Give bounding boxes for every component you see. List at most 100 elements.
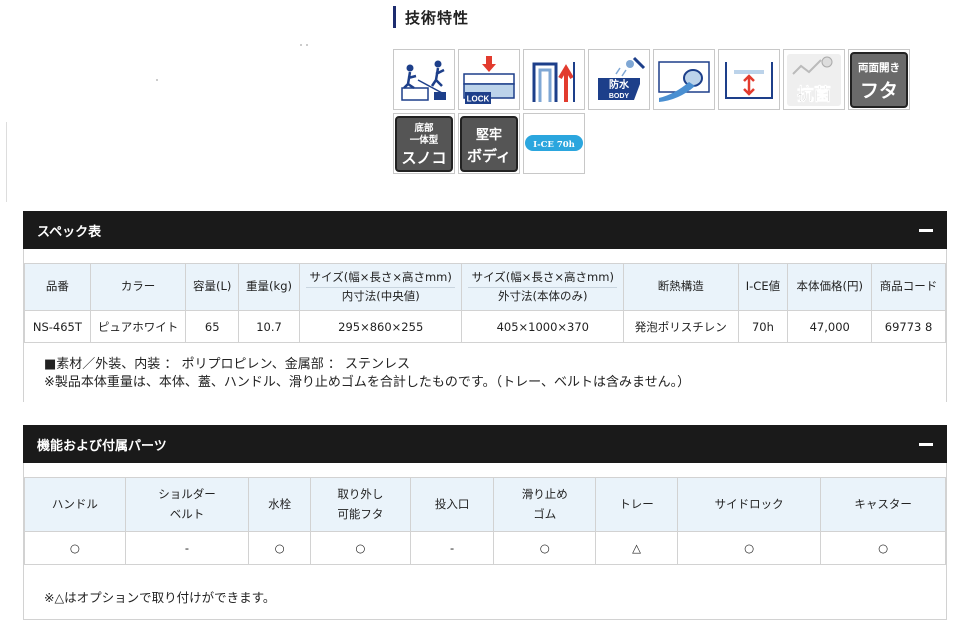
lid-label: フタ [860, 80, 898, 102]
handle-lift-icon [523, 49, 585, 110]
cell-inner-size: 295×860×255 [298, 310, 463, 343]
col-outer-size: サイズ(幅×長さ×高さmm) 外寸法(本体のみ) [461, 263, 625, 311]
belt-label: ベルト [169, 506, 205, 521]
ice-label: I-CE 70h [533, 140, 575, 150]
waterproof-body-icon: 防水 BODY [588, 49, 650, 110]
col-shoulder-belt: ショルダー ベルト [124, 477, 250, 532]
spec-title: スペック表 [37, 224, 102, 240]
tech-title-accent [393, 6, 396, 28]
cell-nonslip-rubber: ○ [493, 531, 597, 565]
tech-title-bar: 技術特性 [393, 6, 469, 28]
collapse-icon[interactable] [919, 442, 933, 446]
cell-removable-lid: ○ [310, 531, 411, 565]
side-lock-label: サイドロック [714, 496, 784, 511]
lid-label: 可能フタ [337, 506, 384, 521]
spec-header[interactable]: スペック表 [23, 211, 947, 249]
cell-capacity: 65 [185, 310, 240, 343]
spec-section: スペック表 品番 カラー 容量(L) 重量(kg) サイズ(幅×長さ×高さmm)… [23, 211, 947, 402]
left-divider [6, 122, 7, 202]
inner-size-sub: 内寸法(中央値) [305, 287, 456, 305]
col-faucet: 水栓 [248, 477, 312, 532]
antibacterial-icon: 抗菌 [783, 49, 845, 110]
decor-dot [156, 79, 158, 81]
removable-label: 取り外し [337, 486, 384, 501]
cell-product-code: 69773 8 [871, 310, 946, 343]
tech-title: 技術特性 [405, 8, 470, 27]
double-open-lid-icon: 両面開き フタ [848, 49, 910, 110]
decor-dot [306, 44, 308, 46]
parts-header[interactable]: 機能および付属パーツ [23, 425, 947, 463]
sturdy-label: 堅牢 [476, 127, 502, 143]
cell-caster: ○ [820, 531, 946, 565]
cell-handle: ○ [24, 531, 126, 565]
spec-table: 品番 カラー 容量(L) 重量(kg) サイズ(幅×長さ×高さmm) 内寸法(中… [24, 263, 946, 343]
body-label: BODY [609, 93, 630, 100]
col-capacity: 容量(L) [185, 263, 240, 311]
cell-side-lock: ○ [676, 531, 822, 565]
table-row: NS-465T ピュアホワイト 65 10.7 295×860×255 405×… [24, 310, 946, 343]
nonslip-label: 滑り止め [521, 486, 568, 501]
feature-icons: LOCK 防水 BODY 抗菌 両面開き フタ 底部 一体型 スノコ 堅牢 ボデ… [393, 49, 913, 177]
handle-label: ハンドル [51, 496, 98, 511]
caster-label: キャスター [854, 496, 912, 511]
cell-insulation: 発泡ポリスチレン [623, 310, 739, 343]
spec-body: 品番 カラー 容量(L) 重量(kg) サイズ(幅×長さ×高さmm) 内寸法(中… [23, 249, 947, 402]
material-note: ■素材／外装、内装 ： ポリプロピレン、金属部 ： ステンレス [44, 357, 411, 372]
table-row: ○ - ○ ○ - ○ △ ○ ○ [24, 531, 946, 565]
drain-plug-icon [653, 49, 715, 110]
spec-header-row: 品番 カラー 容量(L) 重量(kg) サイズ(幅×長さ×高さmm) 内寸法(中… [24, 263, 946, 311]
col-weight: 重量(kg) [238, 263, 300, 311]
drainboard-label: スノコ [401, 149, 446, 167]
deep-interior-icon [718, 49, 780, 110]
decor-dot [300, 44, 302, 46]
ice-value-icon: I-CE 70h [523, 113, 585, 174]
parts-title: 機能および付属パーツ [37, 438, 167, 454]
cell-color: ピュアホワイト [89, 310, 187, 343]
cell-inlet: - [409, 531, 495, 565]
col-product-no: 品番 [24, 263, 91, 311]
col-ice-value: I-CE値 [737, 263, 789, 311]
col-inlet: 投入口 [409, 477, 495, 532]
col-caster: キャスター [820, 477, 946, 532]
cell-faucet: ○ [248, 531, 312, 565]
tech-section: 技術特性 [393, 6, 469, 28]
parts-section: 機能および付属パーツ ハンドル ショルダーベルト 水栓 取り外し可能フタ 投入口… [23, 425, 947, 620]
weight-note: ※製品本体重量は、本体、蓋、ハンドル、滑り止めゴムを合計したものです。（トレー、… [44, 375, 691, 390]
col-nonslip-rubber: 滑り止め ゴム [493, 477, 597, 532]
parts-header-row: ハンドル ショルダー ベルト 水栓 取り外し 可能フタ 投入口 滑り止め ゴム トレー… [24, 477, 946, 532]
col-inner-size: サイズ(幅×長さ×高さmm) 内寸法(中央値) [298, 263, 463, 311]
cell-outer-size: 405×1000×370 [461, 310, 625, 343]
parts-body: ハンドル ショルダー ベルト 水栓 取り外し 可能フタ 投入口 滑り止め ゴム トレー… [23, 463, 947, 565]
collapse-icon[interactable] [919, 228, 933, 232]
parts-table: ハンドル ショルダー ベルト 水栓 取り外し 可能フタ 投入口 滑り止め ゴム トレー… [24, 477, 946, 565]
faucet-label: 水栓 [268, 496, 292, 511]
lock-icon: LOCK [458, 49, 520, 110]
stand-on-lid-icon [393, 49, 455, 110]
col-color: カラー [89, 263, 187, 311]
bottom-label: 底部 [413, 122, 434, 134]
cell-product-no: NS-465T [24, 310, 91, 343]
lock-label: LOCK [467, 94, 490, 103]
waterproof-label: 防水 [609, 78, 630, 91]
body2-label: ボディ [467, 147, 511, 165]
col-side-lock: サイドロック [676, 477, 822, 532]
col-price: 本体価格(円) [787, 263, 873, 311]
inlet-label: 投入口 [434, 496, 470, 511]
spec-notes: ■素材／外装、内装 ： ポリプロピレン、金属部 ： ステンレス ※製品本体重量は… [24, 343, 946, 402]
cell-shoulder-belt: - [124, 531, 250, 565]
cell-tray: △ [595, 531, 678, 565]
col-insulation: 断熱構造 [623, 263, 739, 311]
sturdy-body-icon: 堅牢 ボディ [458, 113, 520, 174]
shoulder-label: ショルダー [158, 486, 216, 501]
integrated-label: 一体型 [410, 134, 439, 146]
cell-ice-value: 70h [737, 310, 789, 343]
rubber-label: ゴム [533, 506, 557, 521]
outer-size-sub: 外寸法(本体のみ) [468, 287, 618, 305]
inner-size-label: サイズ(幅×長さ×高さmm) [309, 269, 452, 284]
parts-footnote: ※△はオプションで取り付けができます。 [23, 565, 947, 620]
double-open-label: 両面開き [858, 62, 900, 74]
cell-price: 47,000 [787, 310, 873, 343]
cell-weight: 10.7 [238, 310, 300, 343]
col-handle: ハンドル [24, 477, 126, 532]
col-product-code: 商品コード [871, 263, 946, 311]
